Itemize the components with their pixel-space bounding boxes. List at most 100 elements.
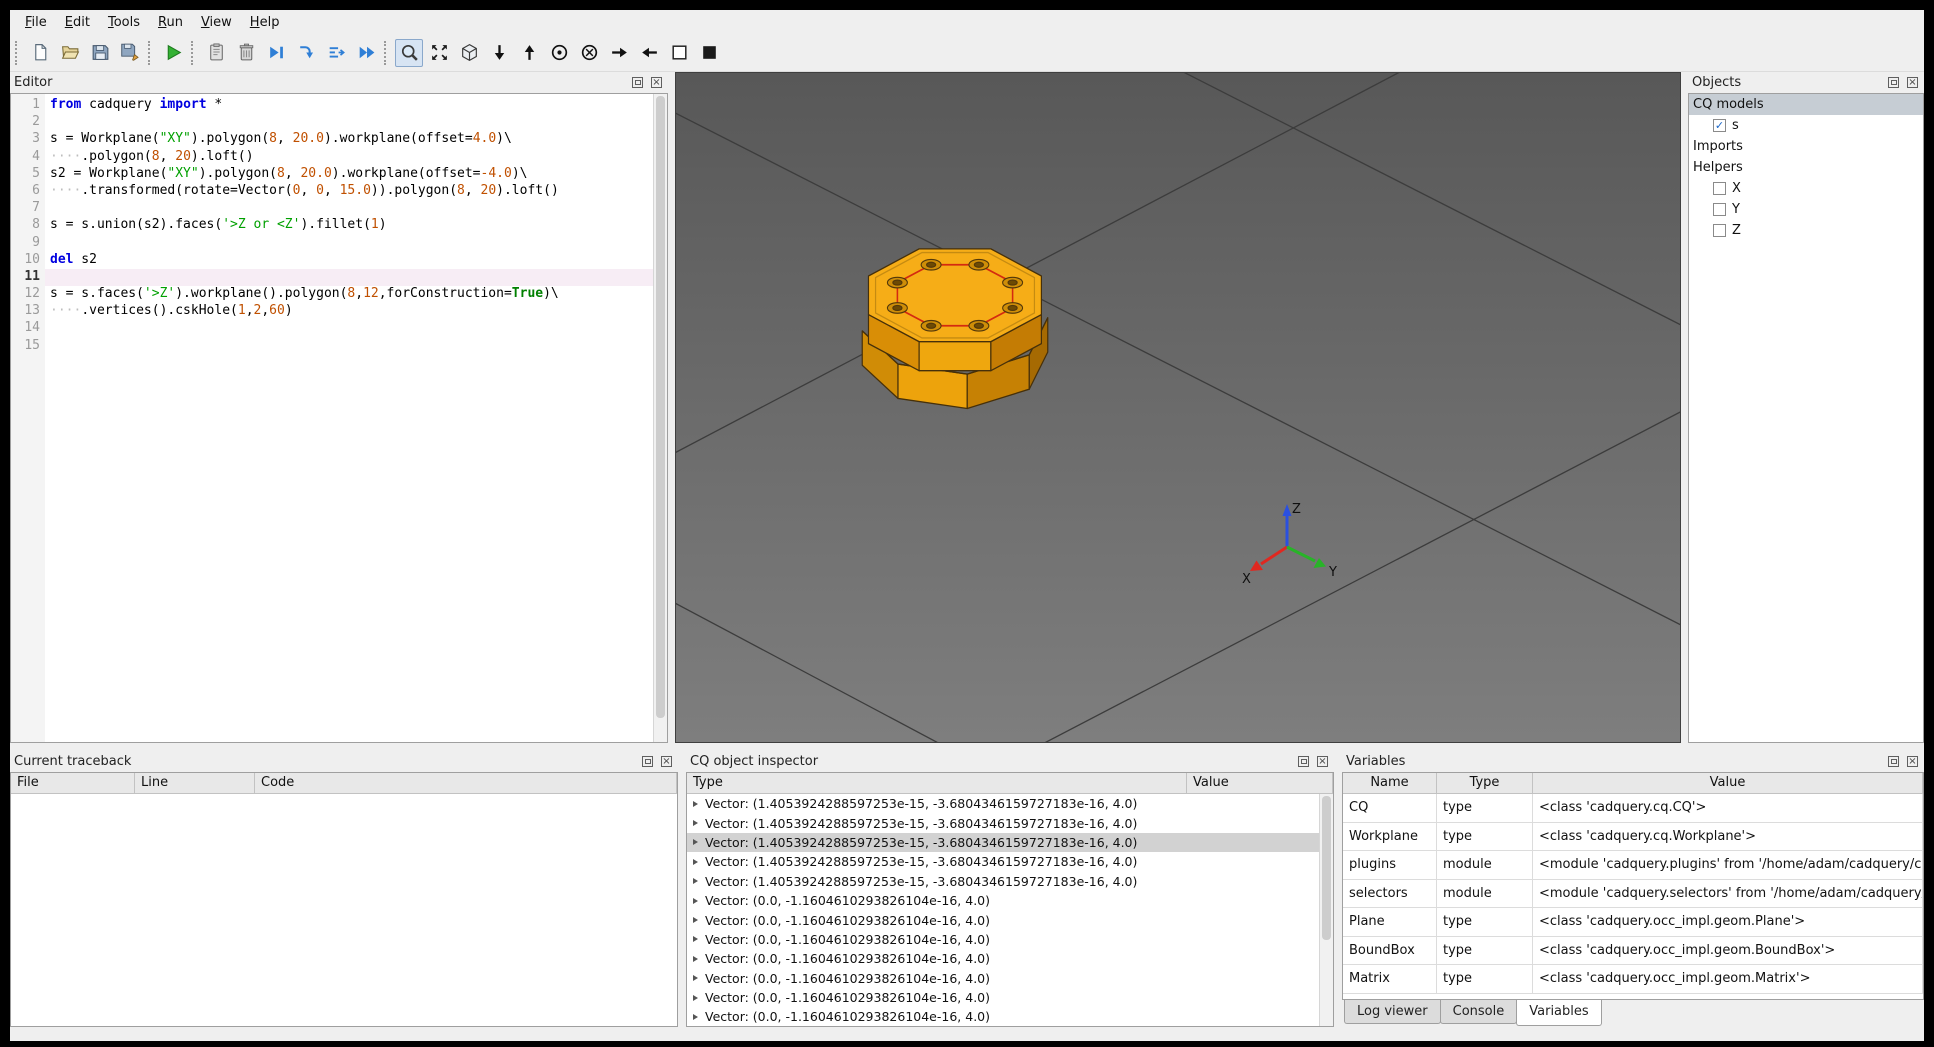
column-header-value[interactable]: Value xyxy=(1187,773,1333,794)
top-view-button[interactable] xyxy=(515,39,543,67)
expand-arrow-icon[interactable] xyxy=(693,897,698,904)
open-button[interactable] xyxy=(56,39,84,67)
magnify-button[interactable] xyxy=(395,38,423,67)
inspector-row[interactable]: Vector: (0.0, -1.1604610293826104e-16, 4… xyxy=(687,910,1319,929)
variable-row-cq[interactable]: CQ type <class 'cadquery.cq.CQ'> xyxy=(1343,794,1923,823)
variable-row-workplane[interactable]: Workplane type <class 'cadquery.cq.Workpla… xyxy=(1343,822,1923,851)
variable-row-selectors[interactable]: selectors module <module 'cadquery.selecto… xyxy=(1343,879,1923,908)
objects-float-button[interactable] xyxy=(1886,75,1901,90)
toolbar-handle[interactable] xyxy=(191,40,196,65)
continue-button[interactable] xyxy=(352,39,380,67)
inspector-row[interactable]: Vector: (0.0, -1.1604610293826104e-16, 4… xyxy=(687,969,1319,988)
checkbox-z[interactable] xyxy=(1713,224,1726,237)
column-header-type[interactable]: Type xyxy=(687,773,1187,794)
traceback-close-button[interactable]: × xyxy=(659,754,674,769)
expand-arrow-icon[interactable] xyxy=(693,917,698,924)
step-into-button[interactable] xyxy=(292,39,320,67)
cad-model[interactable] xyxy=(835,216,1075,467)
menu-edit[interactable]: Edit xyxy=(56,12,99,33)
shaded-button[interactable] xyxy=(695,39,723,67)
menu-file[interactable]: File xyxy=(16,12,56,33)
tree-item-s[interactable]: ✓ s xyxy=(1689,115,1923,136)
expand-arrow-icon[interactable] xyxy=(693,820,698,827)
delete-button[interactable] xyxy=(232,39,260,67)
expand-arrow-icon[interactable] xyxy=(693,936,698,943)
splitter[interactable] xyxy=(1334,751,1342,1027)
iso-view-button[interactable] xyxy=(455,39,483,67)
save-button[interactable] xyxy=(86,39,114,67)
save-as-button[interactable] xyxy=(116,39,144,67)
inspector-row[interactable]: Vector: (1.4053924288597253e-15, -3.6804… xyxy=(687,813,1319,832)
debug-button[interactable] xyxy=(202,39,230,67)
render-button[interactable] xyxy=(159,39,187,67)
menu-run[interactable]: Run xyxy=(149,12,192,33)
checkbox-y[interactable] xyxy=(1713,203,1726,216)
splitter[interactable] xyxy=(668,72,675,743)
expand-arrow-icon[interactable] xyxy=(693,878,698,885)
editor-scrollbar[interactable] xyxy=(653,94,667,742)
variable-row-plugins[interactable]: plugins module <module 'cadquery.plugins' … xyxy=(1343,851,1923,880)
checkbox-x[interactable] xyxy=(1713,182,1726,195)
expand-arrow-icon[interactable] xyxy=(693,994,698,1001)
toolbar-handle[interactable] xyxy=(384,40,389,65)
inspector-row[interactable]: Vector: (0.0, -1.1604610293826104e-16, 4… xyxy=(687,1007,1319,1026)
tree-item-imports[interactable]: Imports xyxy=(1689,136,1923,157)
splitter[interactable] xyxy=(678,751,686,1027)
code-area[interactable]: from cadquery import * s = Workplane("XY"… xyxy=(45,94,653,742)
inspector-row[interactable]: Vector: (1.4053924288597253e-15, -3.6804… xyxy=(687,852,1319,871)
menu-view[interactable]: View xyxy=(192,12,241,33)
editor-float-button[interactable] xyxy=(630,75,645,90)
toolbar-handle[interactable] xyxy=(15,40,20,65)
step-button[interactable] xyxy=(262,39,290,67)
expand-arrow-icon[interactable] xyxy=(693,839,698,846)
column-header-value[interactable]: Value xyxy=(1533,773,1923,794)
tree-item-z[interactable]: Z xyxy=(1689,220,1923,241)
inspector-scrollbar-thumb[interactable] xyxy=(1322,796,1331,940)
inspector-row[interactable]: Vector: (0.0, -1.1604610293826104e-16, 4… xyxy=(687,988,1319,1007)
checkbox-s[interactable]: ✓ xyxy=(1713,119,1726,132)
expand-arrow-icon[interactable] xyxy=(693,858,698,865)
tab-log-viewer[interactable]: Log viewer xyxy=(1344,1000,1441,1024)
column-header-line[interactable]: Line xyxy=(135,773,255,794)
back-view-button[interactable] xyxy=(575,39,603,67)
editor-scrollbar-thumb[interactable] xyxy=(656,96,665,719)
inspector-row[interactable]: Vector: (1.4053924288597253e-15, -3.6804… xyxy=(687,872,1319,891)
left-view-button[interactable] xyxy=(635,39,663,67)
tree-item-x[interactable]: X xyxy=(1689,178,1923,199)
expand-arrow-icon[interactable] xyxy=(693,955,698,962)
inspector-row[interactable]: Vector: (0.0, -1.1604610293826104e-16, 4… xyxy=(687,949,1319,968)
column-header-file[interactable]: File xyxy=(11,773,135,794)
tab-console[interactable]: Console xyxy=(1439,1000,1518,1024)
variables-float-button[interactable] xyxy=(1886,754,1901,769)
variable-row-plane[interactable]: Plane type <class 'cadquery.occ_impl.geom.… xyxy=(1343,908,1923,937)
traceback-float-button[interactable] xyxy=(640,754,655,769)
splitter[interactable] xyxy=(10,743,1924,751)
expand-arrow-icon[interactable] xyxy=(693,800,698,807)
inspector-row[interactable]: Vector: (1.4053924288597253e-15, -3.6804… xyxy=(687,832,1319,853)
menu-tools[interactable]: Tools xyxy=(99,12,149,33)
variable-row-boundbox[interactable]: BoundBox type <class 'cadquery.occ_impl.ge… xyxy=(1343,936,1923,965)
expand-arrow-icon[interactable] xyxy=(693,975,698,982)
column-header-name[interactable]: Name xyxy=(1343,773,1437,794)
inspector-close-button[interactable]: × xyxy=(1315,754,1330,769)
inspector-row[interactable]: Vector: (0.0, -1.1604610293826104e-16, 4… xyxy=(687,930,1319,949)
inspector-scrollbar[interactable] xyxy=(1319,794,1333,1026)
inspector-float-button[interactable] xyxy=(1296,754,1311,769)
front-view-button[interactable] xyxy=(545,39,573,67)
menu-help[interactable]: Help xyxy=(241,12,289,33)
column-header-code[interactable]: Code xyxy=(255,773,677,794)
objects-close-button[interactable]: × xyxy=(1905,75,1920,90)
fit-view-button[interactable] xyxy=(425,39,453,67)
wireframe-button[interactable] xyxy=(665,39,693,67)
variables-close-button[interactable]: × xyxy=(1905,754,1920,769)
expand-arrow-icon[interactable] xyxy=(693,1013,698,1020)
viewport-3d[interactable]: Z X Y xyxy=(675,72,1681,743)
tab-variables[interactable]: Variables xyxy=(1516,1000,1602,1026)
step-return-button[interactable] xyxy=(322,39,350,67)
inspector-row[interactable]: Vector: (1.4053924288597253e-15, -3.6804… xyxy=(687,794,1319,813)
tree-item-cq-models[interactable]: CQ models xyxy=(1689,94,1923,115)
tree-item-helpers[interactable]: Helpers xyxy=(1689,157,1923,178)
column-header-type[interactable]: Type xyxy=(1437,773,1533,794)
bottom-view-button[interactable] xyxy=(485,39,513,67)
code-editor[interactable]: 1 2 3 4 5 6 7 8 9 10 11 12 13 14 15 from cadquery impo… xyxy=(10,93,668,743)
